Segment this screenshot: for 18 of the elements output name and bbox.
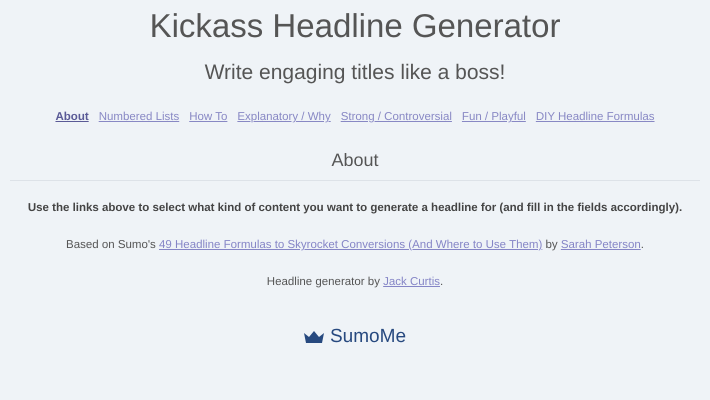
nav-link[interactable]: How To: [189, 111, 228, 123]
nav-link[interactable]: Explanatory / Why: [237, 111, 331, 123]
text-link[interactable]: Sarah Peterson: [560, 239, 641, 251]
paragraph: Based on Sumo's 49 Headline Formulas to Skyrocket Conversions (And Where to Use Them) by Sarah Peterson.: [65, 238, 645, 253]
paragraph: Use the links above to select what kind of content you want to generate a headline for (and fill in the fields accordingly).: [26, 201, 684, 216]
nav-link[interactable]: About: [55, 111, 89, 123]
crown-icon: [304, 331, 324, 343]
nav-link[interactable]: Strong / Controversial: [340, 111, 452, 123]
page-subtitle: Write engaging titles like a boss!: [204, 60, 506, 86]
page-title: Kickass Headline Generator: [148, 6, 562, 46]
nav-link[interactable]: Fun / Playful: [462, 111, 526, 123]
nav-link[interactable]: Numbered Lists: [98, 111, 180, 123]
text-link[interactable]: Jack Curtis: [383, 276, 440, 288]
nav-link[interactable]: DIY Headline Formulas: [536, 111, 655, 123]
section-heading: About: [330, 149, 380, 171]
brand-name: SumoMe: [330, 326, 406, 348]
paragraph: Headline generator by Jack Curtis.: [266, 275, 444, 290]
text-link[interactable]: 49 Headline Formulas to Skyrocket Conversions (And Where to Use Them): [159, 239, 542, 251]
